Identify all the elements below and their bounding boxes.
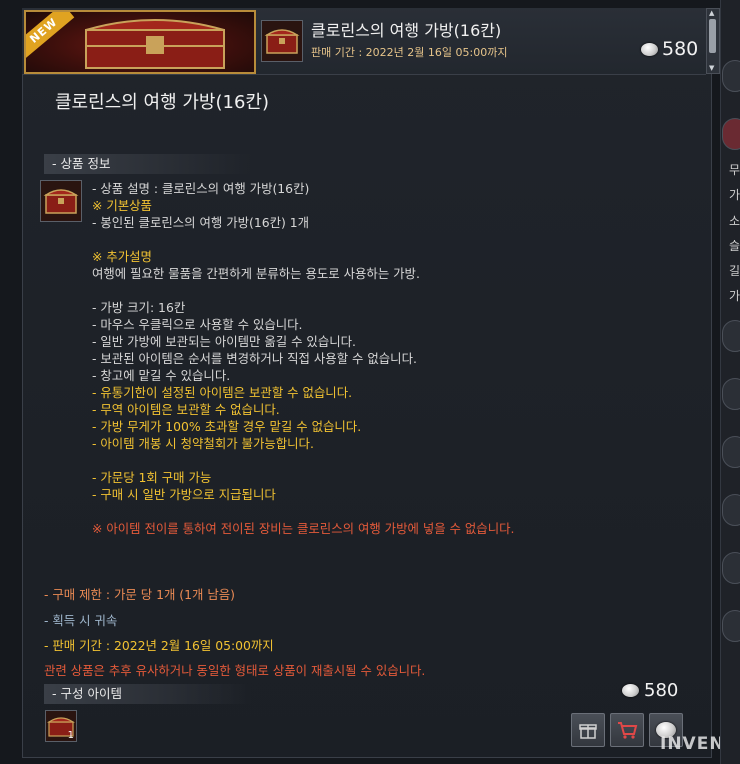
chest-icon [264, 29, 300, 54]
banner-sale-period: 판매 기간 : 2022년 2월 16일 05:00까지 [311, 46, 508, 59]
scroll-up-icon[interactable]: ▲ [709, 10, 714, 17]
banner-price-value: 580 [662, 38, 699, 60]
product-description: - 상품 설명 : 클로린스의 여행 가방(16칸) ※ 기본상품 - 봉인된 클로… [92, 180, 514, 537]
add-to-cart-button[interactable] [610, 713, 644, 747]
sidebar-text: 소 [729, 214, 740, 228]
sidebar-button[interactable] [722, 60, 740, 92]
description-line: - 구매 시 일반 가방으로 지급됩니다 [92, 487, 276, 502]
description-line: - 보관된 아이템은 순서를 변경하거나 직접 사용할 수 없습니다. [92, 351, 417, 366]
component-item[interactable]: 1 [45, 710, 77, 742]
pearl-icon [641, 42, 658, 56]
sidebar-button[interactable] [722, 118, 740, 150]
description-line: - 마우스 우클릭으로 사용할 수 있습니다. [92, 317, 303, 332]
scrollbar[interactable]: ▲ ▼ [706, 8, 720, 74]
sidebar-text: 가 [729, 289, 740, 303]
gift-button[interactable] [571, 713, 605, 747]
sidebar-button[interactable] [722, 552, 740, 584]
item-banner-image[interactable]: NEW [24, 10, 256, 74]
component-count: 1 [67, 730, 74, 741]
description-line: ※ 아이템 전이를 통하여 전이된 장비는 클로린스의 여행 가방에 넣을 수 … [92, 521, 515, 536]
scroll-thumb[interactable] [709, 19, 716, 53]
pearl-icon [622, 684, 639, 697]
bottom-price: 580 [622, 680, 678, 701]
cart-icon [618, 722, 638, 739]
description-line: - 봉인된 클로린스의 여행 가방(16칸) 1개 [92, 215, 310, 230]
description-line: - 가방 무게가 100% 초과할 경우 맡길 수 없습니다. [92, 419, 362, 434]
banner-title: 클로린스의 여행 가방(16칸) [311, 21, 502, 40]
sidebar-text: 가 [729, 188, 740, 202]
new-badge: NEW [26, 12, 75, 59]
sidebar-button[interactable] [722, 610, 740, 642]
product-icon[interactable] [40, 180, 82, 222]
description-line: - 유통기한이 설정된 아이템은 보관할 수 없습니다. [92, 385, 353, 400]
sidebar-button[interactable] [722, 378, 740, 410]
watermark: INVEN [660, 734, 725, 754]
scroll-down-icon[interactable]: ▼ [709, 65, 714, 72]
description-line: - 일반 가방에 보관되는 아이템만 옮길 수 있습니다. [92, 334, 356, 349]
gift-icon [579, 724, 597, 739]
components-header: - 구성 아이템 [44, 684, 252, 704]
description-line: - 가방 크기: 16칸 [92, 300, 186, 315]
description-line: - 창고에 맡길 수 있습니다. [92, 368, 231, 383]
chest-icon [43, 189, 79, 214]
rerelease-notice: 관련 상품은 추후 유사하거나 동일한 형태로 상품이 재출시될 수 있습니다. [44, 663, 426, 678]
description-line: ※ 추가설명 [92, 249, 152, 264]
bottom-price-value: 580 [644, 680, 679, 701]
page-title: 클로린스의 여행 가방(16칸) [55, 92, 269, 113]
sidebar-text: 길 [729, 264, 740, 278]
product-info-header: - 상품 정보 [44, 154, 252, 174]
sidebar-text: 무 [729, 163, 740, 177]
sidebar-text: 슬 [729, 239, 740, 253]
sidebar-button[interactable] [722, 436, 740, 468]
purchase-limit: - 구매 제한 : 가문 당 1개 (1개 남음) [44, 587, 235, 602]
sale-period: - 판매 기간 : 2022년 2월 16일 05:00까지 [44, 638, 274, 653]
sidebar-button[interactable] [722, 494, 740, 526]
banner-price: 580 [641, 38, 698, 60]
description-line: - 상품 설명 : 클로린스의 여행 가방(16칸) [92, 181, 310, 196]
chest-icon [85, 19, 225, 69]
description-line: 여행에 필요한 물품을 간편하게 분류하는 용도로 사용하는 가방. [92, 266, 420, 281]
bound-on-acquire: - 획득 시 귀속 [44, 613, 118, 628]
description-line: ※ 기본상품 [92, 198, 152, 213]
item-thumbnail[interactable] [261, 20, 303, 62]
description-line: - 무역 아이템은 보관할 수 없습니다. [92, 402, 280, 417]
sidebar-button[interactable] [722, 320, 740, 352]
description-line: - 가문당 1회 구매 가능 [92, 470, 212, 485]
description-line: - 아이템 개봉 시 청약철회가 불가능합니다. [92, 436, 314, 451]
